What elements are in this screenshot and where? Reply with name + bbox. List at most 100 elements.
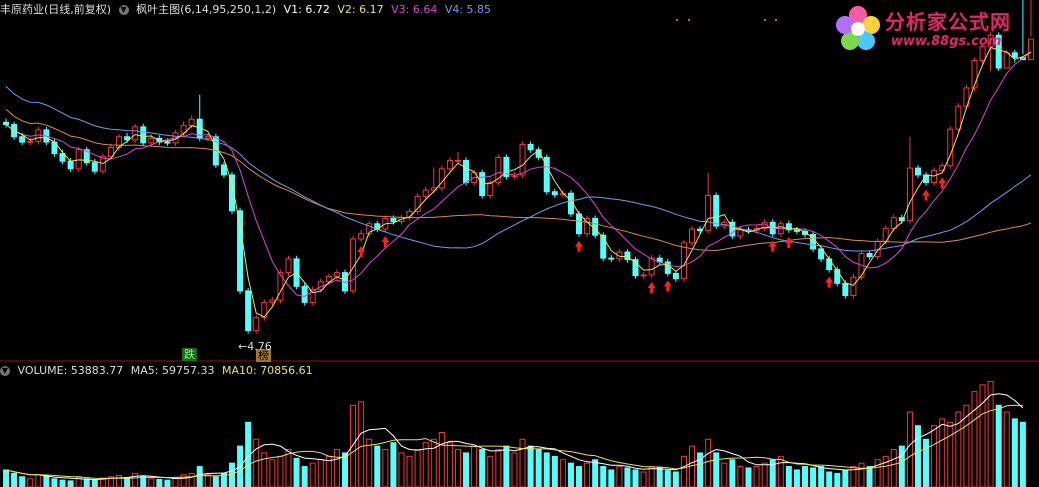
candle-up xyxy=(689,228,696,244)
candle-down xyxy=(551,191,558,196)
volume-bar-up xyxy=(890,449,897,487)
candle-up xyxy=(454,159,461,162)
candle-up xyxy=(438,168,445,189)
volume-bar-up xyxy=(584,462,591,487)
buy-signal-arrow-icon xyxy=(575,240,584,252)
volume-bar-up xyxy=(148,478,155,487)
volume-bar-down xyxy=(826,471,833,487)
volume-bar-down xyxy=(91,479,98,487)
volume-bar-up xyxy=(640,471,647,487)
volume-bar-down xyxy=(818,466,825,487)
volume-bar-down xyxy=(624,467,631,487)
dropdown-icon[interactable]: ▼ xyxy=(118,5,129,15)
candle-down xyxy=(67,160,74,170)
volume-bar-down xyxy=(801,466,808,487)
volume-bar-down xyxy=(866,466,873,487)
site-logo: 分析家公式网 www.88gs.com xyxy=(833,4,1033,56)
candle-up xyxy=(906,167,913,222)
volume-bar-up xyxy=(705,438,712,487)
candle-down xyxy=(914,167,921,176)
volume-bar-down xyxy=(67,480,74,487)
candle-up xyxy=(75,149,82,170)
candle-up xyxy=(850,276,857,297)
buy-signal-arrow-icon xyxy=(922,189,931,201)
candle-up xyxy=(519,143,526,176)
volume-bar-down xyxy=(745,467,752,487)
volume-bar-down xyxy=(785,466,792,487)
volume-bar-up xyxy=(979,384,986,487)
volume-bar-up xyxy=(495,449,502,487)
volume-bar-down xyxy=(567,462,574,487)
volume-bar-down xyxy=(810,467,817,487)
volume-bar-up xyxy=(204,474,211,487)
candle-down xyxy=(301,285,308,303)
volume-bar-up xyxy=(277,455,284,487)
volume-bar-up xyxy=(446,442,453,487)
buy-signal-arrow-icon xyxy=(663,280,672,292)
indicator-name[interactable]: 枫叶主图(6,14,95,250,1,2) xyxy=(136,3,276,16)
logo-title: 分析家公式网 xyxy=(885,10,1011,34)
volume-bar-up xyxy=(753,466,760,487)
volume-bar-down xyxy=(301,466,308,487)
volume-header: ▼ VOLUME: 53883.77 MA5: 59757.33 MA10: 7… xyxy=(0,364,317,378)
volume-value[interactable]: VOLUME: 53883.77 xyxy=(18,364,124,377)
signal-dot xyxy=(688,19,690,21)
volume-bar-down xyxy=(503,445,510,487)
candle-down xyxy=(608,257,615,260)
volume-bar-down xyxy=(729,459,736,487)
candle-down xyxy=(463,159,470,184)
volume-bar-up xyxy=(132,472,139,487)
volume-bar-down xyxy=(527,445,534,487)
volume-dropdown-icon[interactable]: ▼ xyxy=(0,366,10,376)
volume-bar-up xyxy=(963,404,970,487)
low-price-label: 4.76 xyxy=(247,340,272,353)
volume-bar-down xyxy=(19,476,26,487)
candle-down xyxy=(834,269,841,284)
volume-bar-down xyxy=(43,475,50,487)
volume-bar-up xyxy=(414,449,421,487)
candle-down xyxy=(245,290,252,332)
candle-up xyxy=(422,189,429,197)
logo-url: www.88gs.com xyxy=(891,34,1002,49)
volume-bar-down xyxy=(3,469,10,487)
low-price-marker: ←4.76 xyxy=(238,340,272,353)
tag-fall: 跌 xyxy=(182,348,197,361)
volume-bar-up xyxy=(680,455,687,487)
volume-bar-down xyxy=(914,425,921,487)
volume-bar-down xyxy=(576,466,583,487)
candle-up xyxy=(890,217,897,229)
volume-bar-down xyxy=(164,479,171,487)
volume-bar-up xyxy=(487,455,494,487)
volume-bar-down xyxy=(390,442,397,487)
candle-up xyxy=(648,257,655,276)
volume-bar-up xyxy=(971,391,978,487)
candle-up xyxy=(132,126,139,141)
volume-bar-up xyxy=(511,452,518,487)
candle-up xyxy=(640,274,647,277)
candle-up xyxy=(269,299,276,303)
volume-bar-down xyxy=(212,476,219,487)
v1-value: V1: 6.72 xyxy=(283,3,330,16)
volume-bar-up xyxy=(172,477,179,487)
volume-bar-up xyxy=(559,459,566,487)
volume-bar-up xyxy=(721,462,728,487)
candle-down xyxy=(527,143,534,151)
candle-up xyxy=(737,229,744,237)
volume-bar-up xyxy=(317,459,324,487)
candle-down xyxy=(19,136,26,143)
volume-bar-up xyxy=(350,404,357,487)
volume-bar-up xyxy=(939,418,946,487)
volume-bar-up xyxy=(906,411,913,487)
volume-bar-up xyxy=(333,449,340,487)
candle-down xyxy=(842,282,849,297)
volume-bar-down xyxy=(898,445,905,487)
volume-bar-up xyxy=(116,474,123,487)
volume-bar-up xyxy=(406,455,413,487)
volume-bar-down xyxy=(600,466,607,487)
candle-down xyxy=(164,141,171,144)
volume-bar-down xyxy=(479,449,486,487)
volume-bar-down xyxy=(463,452,470,487)
volume-bar-up xyxy=(398,452,405,487)
ma-line-6 xyxy=(5,46,1032,318)
kline-chart[interactable] xyxy=(0,0,1039,487)
